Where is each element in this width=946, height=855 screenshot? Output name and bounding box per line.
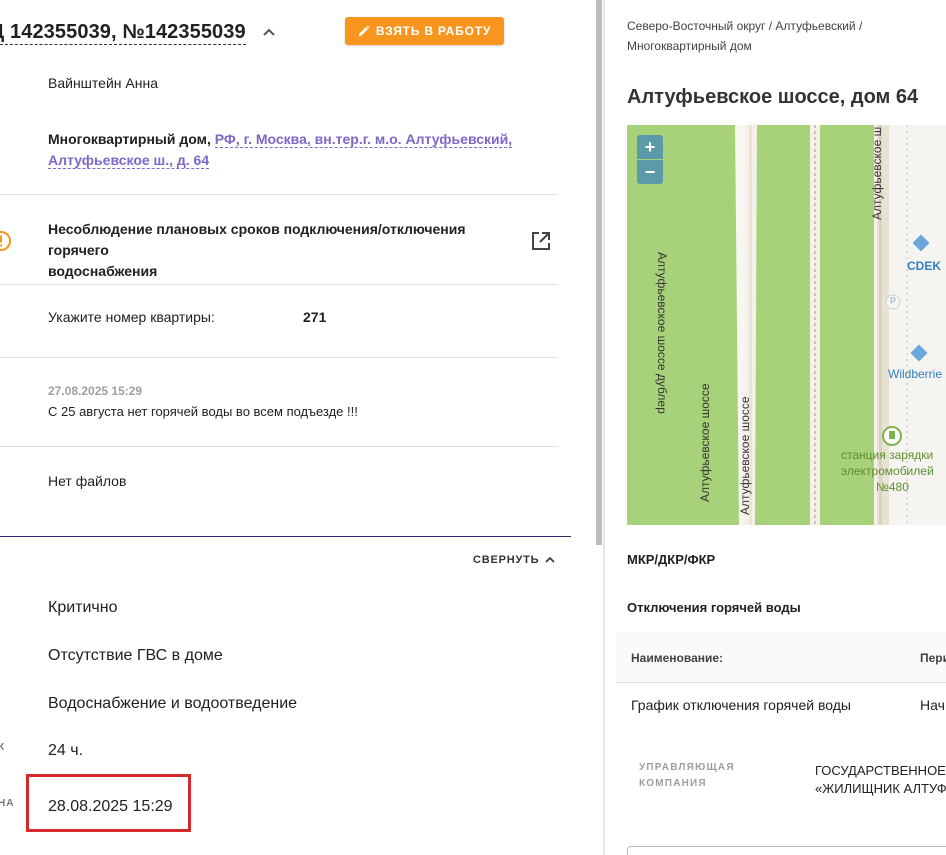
highlight-box — [26, 774, 191, 832]
problem-description: Несоблюдение плановых сроков подключения… — [48, 221, 466, 279]
parking-icon: P — [890, 296, 897, 306]
company-label: УПРАВЛЯЮЩАЯ КОМПАНИЯ — [639, 762, 735, 789]
zoom-in-button[interactable]: + — [637, 135, 663, 159]
warning-icon — [0, 231, 11, 251]
zoom-out-button[interactable]: − — [637, 160, 663, 184]
priority-value: Критично — [48, 599, 118, 616]
scrollbar[interactable] — [596, 0, 602, 545]
address-link[interactable]: РФ, г. Москва, вн.тер.г. м.о. Алтуфьевск… — [214, 131, 513, 148]
table-cell-name: График отключения горячей воды — [631, 697, 851, 713]
open-external-icon[interactable] — [530, 230, 552, 252]
address-prefix: Многоквартирный дом, — [48, 131, 215, 147]
files-status: Нет файлов — [48, 473, 127, 489]
ticket-panel: Д 142355039, №142355039 ВЗЯТЬ В РАБОТУ В… — [0, 0, 600, 855]
map-poi-label: CDEK — [907, 259, 942, 273]
map-road-label: Алтуфьевское шоссе дублер — [655, 252, 669, 414]
map-road-label: Алтуфьевское шоссе — [698, 383, 712, 502]
deadline-value: 24 ч. — [48, 742, 84, 759]
page-title: Алтуфьевское шоссе, дом 64 — [627, 86, 919, 108]
comment-text: С 25 августа нет горячей воды во всем по… — [48, 404, 358, 419]
map-poi-label: станция зарядки электромобилей №480 — [841, 448, 934, 494]
column-header-period: Пери — [920, 651, 946, 665]
breadcrumb: Северо-Восточный округ / Алтуфьевский / М… — [627, 19, 863, 53]
map[interactable]: + − Алтуфьевское шоссе дублер Алтуфьевск… — [627, 125, 946, 525]
chevron-up-icon — [545, 556, 555, 563]
take-to-work-button[interactable]: ВЗЯТЬ В РАБОТУ — [345, 17, 504, 45]
divider — [0, 357, 558, 358]
field-label-fragment: К — [0, 742, 6, 753]
take-to-work-label: ВЗЯТЬ В РАБОТУ — [375, 24, 492, 38]
divider — [0, 446, 558, 447]
category-value: Отсутствие ГВС в доме — [48, 647, 223, 664]
collapse-label: СВЕРНУТЬ — [473, 554, 540, 566]
author-name: Вайнштейн Анна — [48, 75, 158, 91]
divider — [0, 284, 558, 285]
apartment-value: 271 — [303, 309, 327, 325]
collapse-button[interactable]: СВЕРНУТЬ — [473, 554, 555, 566]
ticket-title[interactable]: Д 142355039, №142355039 — [0, 20, 246, 45]
divider — [0, 194, 558, 195]
map-road-label: Алтуфьевское ш — [870, 126, 884, 220]
column-header-name: Наименование: — [631, 651, 724, 665]
comment-date: 27.08.2025 15:29 — [48, 384, 143, 398]
section-hot-water: Отключения горячей воды — [627, 600, 801, 615]
pencil-icon — [358, 25, 370, 36]
company-name: ГОСУДАРСТВЕННОЕ «ЖИЛИЩНИК АЛТУФ — [815, 763, 946, 796]
section-divider — [0, 536, 571, 537]
table-cell-period: Нач — [920, 697, 945, 713]
object-panel: Северо-Восточный округ / Алтуфьевский / М… — [606, 0, 946, 855]
address-block: Многоквартирный дом, РФ, г. Москва, вн.т… — [48, 129, 518, 171]
field-label-fragment: НА — [0, 798, 15, 809]
input-field[interactable] — [627, 846, 946, 855]
map-road-label: Алтуфьевское шоссе — [738, 396, 752, 515]
address-link-line2[interactable]: Алтуфьевское ш., д. 64 — [48, 152, 210, 169]
panel-divider — [603, 0, 605, 855]
map-poi-label: Wildberrie — [888, 367, 943, 381]
chevron-up-icon[interactable] — [262, 27, 276, 37]
topic-value: Водоснабжение и водоотведение — [48, 695, 298, 712]
apartment-label: Укажите номер квартиры: — [48, 309, 215, 325]
section-mkr: МКР/ДКР/ФКР — [627, 552, 716, 567]
